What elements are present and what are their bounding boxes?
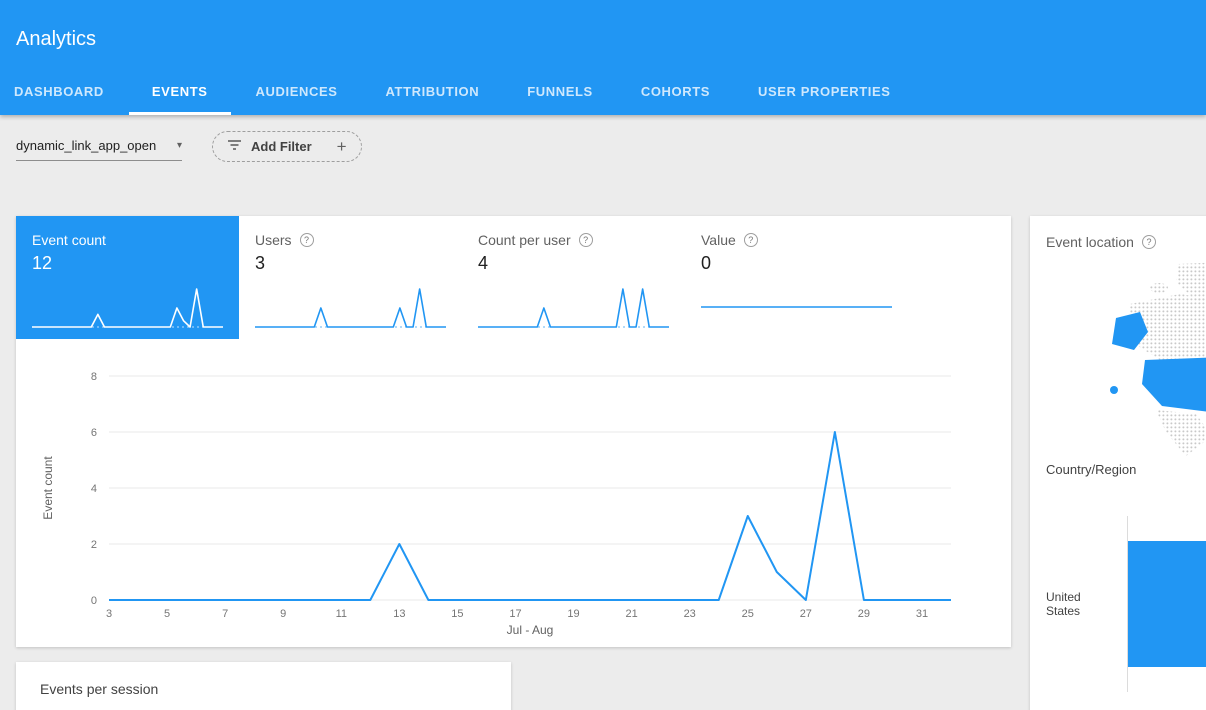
svg-text:11: 11 <box>336 608 347 620</box>
svg-text:5: 5 <box>164 608 170 620</box>
svg-text:17: 17 <box>509 608 521 620</box>
metric-sparkline <box>32 283 223 331</box>
event-location-title-text: Event location <box>1046 234 1134 250</box>
event-metrics-card: Event count 12 Users? 3 Count per user? 4 Valu… <box>16 216 1011 647</box>
metric-label: Count per user <box>478 232 571 248</box>
metric-tile-users[interactable]: Users? 3 <box>239 216 462 339</box>
svg-text:3: 3 <box>106 608 112 620</box>
svg-text:Event count: Event count <box>41 456 55 520</box>
svg-text:27: 27 <box>800 608 812 620</box>
location-bars: United States <box>1046 516 1206 692</box>
metric-value: 0 <box>701 253 892 274</box>
bar-track <box>1127 516 1206 692</box>
main-chart: 0 2 4 6 8 3 5 7 9 11 13 15 17 19 21 23 25 27 29 31 Event cou… <box>16 360 1011 647</box>
svg-text:23: 23 <box>684 608 696 620</box>
country-bar[interactable] <box>1128 541 1206 667</box>
svg-text:6: 6 <box>91 427 97 439</box>
help-icon[interactable]: ? <box>579 233 593 247</box>
metric-tiles: Event count 12 Users? 3 Count per user? 4 Valu… <box>16 216 908 339</box>
metric-value: 12 <box>32 253 223 274</box>
svg-text:25: 25 <box>742 608 754 620</box>
svg-text:19: 19 <box>567 608 579 620</box>
map-region-arctic-island <box>1150 283 1168 293</box>
chevron-down-icon: ▾ <box>177 140 182 151</box>
map-region-hawaii <box>1110 386 1118 394</box>
svg-text:21: 21 <box>625 608 637 620</box>
svg-text:7: 7 <box>222 608 228 620</box>
metric-tile-count-per-user[interactable]: Count per user? 4 <box>462 216 685 339</box>
metric-sparkline <box>255 283 446 331</box>
svg-text:29: 29 <box>858 608 870 620</box>
svg-text:9: 9 <box>280 608 286 620</box>
country-name: United States <box>1046 516 1127 692</box>
map-region-mexico <box>1156 410 1206 456</box>
help-icon[interactable]: ? <box>300 233 314 247</box>
country-row: United States <box>1046 516 1206 692</box>
page-title: Analytics <box>16 28 96 51</box>
country-region-label: Country/Region <box>1046 462 1136 477</box>
metric-tile-event-count[interactable]: Event count 12 <box>16 216 239 339</box>
svg-text:Jul - Aug: Jul - Aug <box>507 623 554 637</box>
help-icon[interactable]: ? <box>1142 235 1156 249</box>
metric-value: 3 <box>255 253 446 274</box>
map-region-united-states <box>1142 356 1206 412</box>
svg-text:13: 13 <box>393 608 405 620</box>
tab-audiences[interactable]: AUDIENCES <box>256 67 338 115</box>
tab-user-properties[interactable]: USER PROPERTIES <box>758 67 891 115</box>
tab-events[interactable]: EVENTS <box>152 67 208 115</box>
event-location-title: Event location ? <box>1046 234 1156 250</box>
tab-dashboard[interactable]: DASHBOARD <box>14 67 104 115</box>
metric-sparkline <box>478 283 669 331</box>
metric-label: Event count <box>32 232 106 248</box>
help-icon[interactable]: ? <box>744 233 758 247</box>
svg-text:15: 15 <box>451 608 463 620</box>
svg-text:4: 4 <box>91 483 97 495</box>
event-selector-dropdown[interactable]: dynamic_link_app_open ▾ <box>16 131 182 161</box>
metric-tile-value[interactable]: Value? 0 <box>685 216 908 339</box>
metric-sparkline <box>701 283 892 331</box>
metric-label: Users <box>255 232 292 248</box>
svg-text:0: 0 <box>91 595 97 607</box>
svg-text:2: 2 <box>91 539 97 551</box>
event-selector-value: dynamic_link_app_open <box>16 138 156 153</box>
add-filter-button[interactable]: Add Filter + <box>212 131 362 162</box>
svg-text:8: 8 <box>91 371 97 383</box>
events-per-session-title: Events per session <box>40 681 158 697</box>
metric-label: Value <box>701 232 736 248</box>
tab-attribution[interactable]: ATTRIBUTION <box>386 67 480 115</box>
app-header: Analytics DASHBOARD EVENTS AUDIENCES ATTRIB… <box>0 0 1206 115</box>
filter-icon <box>227 138 242 156</box>
plus-icon: + <box>337 137 347 157</box>
metric-value: 4 <box>478 253 669 274</box>
add-filter-label: Add Filter <box>251 139 312 154</box>
tab-funnels[interactable]: FUNNELS <box>527 67 593 115</box>
tab-cohorts[interactable]: COHORTS <box>641 67 710 115</box>
event-location-card: Event location ? Country/Region United S… <box>1030 216 1206 710</box>
events-per-session-card: Events per session <box>16 662 511 710</box>
svg-text:31: 31 <box>916 608 928 620</box>
event-location-map <box>1090 262 1206 462</box>
tab-bar: DASHBOARD EVENTS AUDIENCES ATTRIBUTION FUNNE… <box>14 67 891 115</box>
